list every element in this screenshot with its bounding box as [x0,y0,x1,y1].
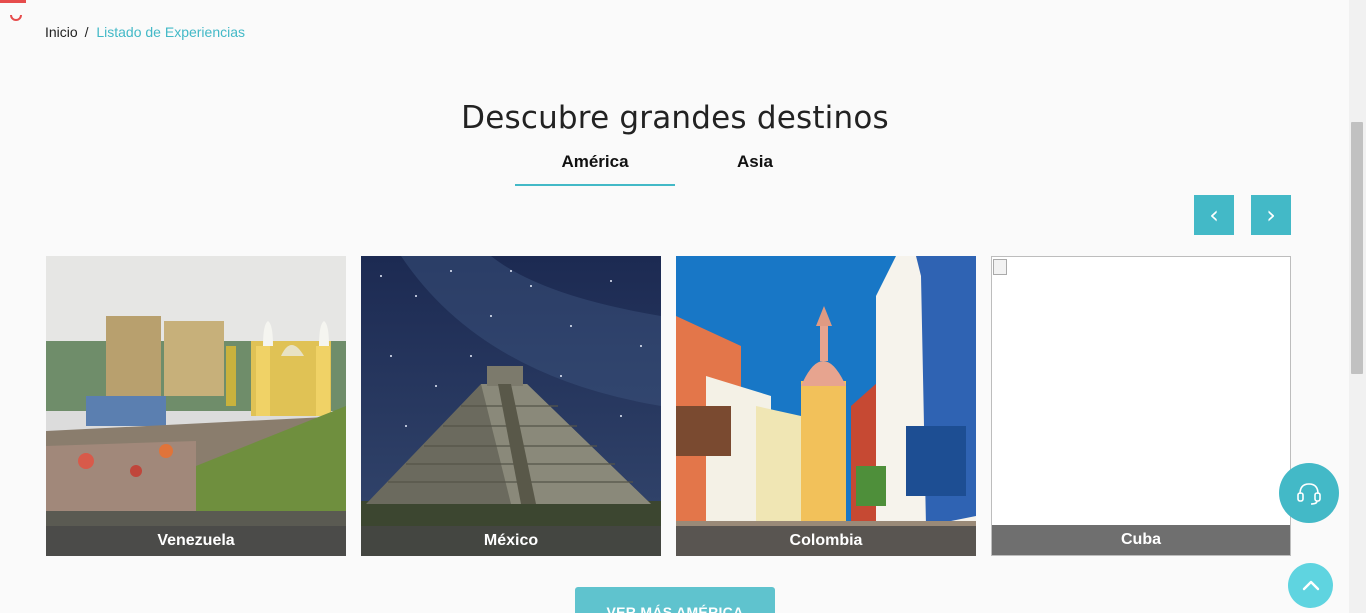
tab-america[interactable]: América [515,148,675,186]
carousel-next-button[interactable]: › [1251,195,1291,235]
destination-card-mexico[interactable]: México [361,256,661,556]
headset-icon [1297,483,1321,505]
destination-label: Venezuela [46,526,346,556]
colombia-image [676,256,976,556]
destination-card-colombia[interactable]: Colombia [676,256,976,556]
destination-label: México [361,526,661,556]
destination-card-cuba[interactable]: Cuba [991,256,1291,556]
breadcrumb-current[interactable]: Listado de Experiencias [96,24,245,40]
breadcrumb-home[interactable]: Inicio [45,24,78,40]
page-scrollbar[interactable] [1349,0,1366,613]
destination-carousel: Venezuela México Colombia Cuba [46,256,1291,556]
scrollbar-thumb[interactable] [1351,122,1363,374]
chat-support-button[interactable] [1279,463,1339,523]
destination-label: Cuba [992,525,1290,555]
carousel-prev-button[interactable]: ‹ [1194,195,1234,235]
section-title: Descubre grandes destinos [461,100,889,136]
see-more-america-button[interactable]: VER MÁS AMÉRICA [575,587,775,613]
broken-image-icon [993,259,1007,275]
tab-asia[interactable]: Asia [675,148,835,186]
chevron-up-icon [1302,580,1319,590]
destination-label: Colombia [676,526,976,556]
breadcrumb-separator: / [84,24,89,40]
mexico-image [361,256,661,556]
destination-card-venezuela[interactable]: Venezuela [46,256,346,556]
loading-bar [0,0,26,3]
scroll-to-top-button[interactable] [1288,563,1333,608]
breadcrumb: Inicio / Listado de Experiencias [45,24,245,40]
spinner-icon [10,14,22,21]
venezuela-image [46,256,346,556]
region-tabs: América Asia [515,148,835,186]
